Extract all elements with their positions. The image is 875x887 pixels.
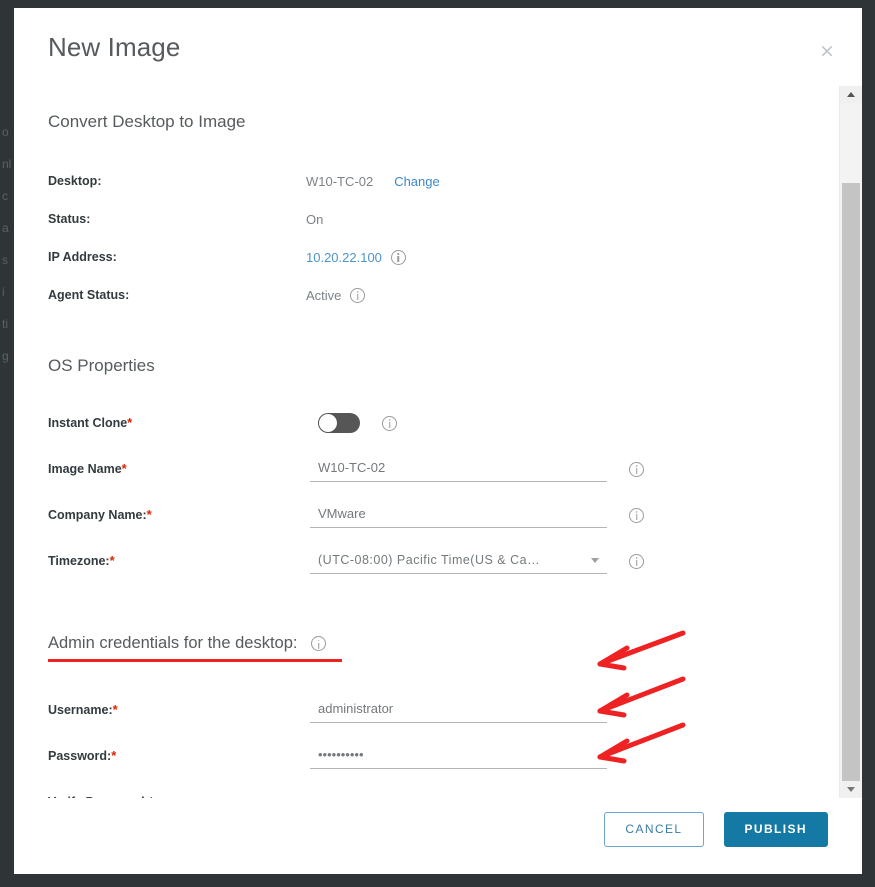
info-row-status: Status: On [48,200,805,238]
label-username-text: Username: [48,703,113,717]
dialog-header: New Image × [14,8,862,86]
label-company-name-text: Company Name: [48,508,147,522]
required-marker: * [111,748,117,763]
required-marker: * [127,415,133,430]
form-row-password: Password:* [48,733,805,779]
info-icon-instant-clone[interactable] [382,415,397,431]
info-row-ip-address: IP Address: 10.20.22.100 [48,238,805,276]
caret-up-icon [847,92,855,97]
info-label-desktop: Desktop: [48,174,102,188]
required-marker: * [109,553,115,568]
desktop-name-text: W10-TC-02 [306,173,374,189]
label-instant-clone: Instant Clone* [48,416,310,430]
info-value-status: On [306,212,323,227]
required-marker: * [121,461,127,476]
toggle-knob [319,414,337,432]
label-password-text: Password: [48,749,112,763]
section-heading-convert: Convert Desktop to Image [48,112,246,131]
form-row-instant-clone: Instant Clone* [48,400,805,446]
image-name-input[interactable] [310,456,607,482]
required-marker: * [149,794,154,798]
info-label-agent-status: Agent Status: [48,288,130,302]
dialog-body: Convert Desktop to Image Desktop: W10-TC… [14,86,839,798]
scroll-down-button[interactable] [840,781,862,798]
instant-clone-toggle[interactable] [318,413,360,433]
admin-credentials-form: Username:* Password:* Ve [48,687,805,798]
info-value-ip-address: 10.20.22.100 [306,249,406,265]
dialog-title: New Image [48,31,181,62]
new-image-dialog: New Image × Convert Desktop to Image Des… [14,8,862,874]
admin-credentials-heading-wrap: Admin credentials for the desktop: [48,634,358,662]
agent-status-text: Active [306,287,342,303]
field-username [310,697,607,723]
info-icon-agent-status[interactable] [350,287,366,303]
timezone-select[interactable]: (UTC-08:00) Pacific Time(US & Ca… [310,548,607,574]
caret-down-icon [847,787,855,792]
field-verify-password [310,789,607,798]
desktop-info-list: Desktop: W10-TC-02 Change Status: On IP … [48,162,805,314]
scroll-up-button[interactable] [840,86,862,103]
section-heading-os-properties: OS Properties [48,356,155,375]
label-company-name: Company Name:* [48,508,310,522]
info-icon-admin-credentials[interactable] [311,636,327,651]
label-timezone-text: Timezone: [48,554,110,568]
info-icon-ip-address[interactable] [390,249,406,265]
company-name-input[interactable] [310,502,607,528]
username-input[interactable] [310,697,607,723]
status-text: On [306,211,324,227]
label-image-name: Image Name* [48,462,310,476]
label-timezone: Timezone:* [48,554,310,568]
close-icon[interactable]: × [814,38,840,64]
field-image-name [310,456,644,482]
info-icon-timezone[interactable] [629,553,644,569]
field-timezone: (UTC-08:00) Pacific Time(US & Ca… [310,548,644,574]
label-instant-clone-text: Instant Clone [48,416,128,430]
form-row-verify-password: Verify Password:* [48,779,805,798]
dialog-scrollbar[interactable] [839,86,862,798]
label-verify-password: Verify Password:* [48,795,310,798]
info-value-desktop: W10-TC-02 Change [306,174,440,189]
field-instant-clone [310,413,397,433]
scrollbar-thumb[interactable] [842,183,860,788]
info-label-status: Status: [48,212,91,226]
required-marker: * [112,702,118,717]
form-row-timezone: Timezone:* (UTC-08:00) Pacific Time(US &… [48,538,805,584]
label-username: Username:* [48,703,310,717]
cancel-button[interactable]: CANCEL [604,811,704,847]
info-value-agent-status: Active [306,287,366,303]
password-input[interactable] [310,743,607,769]
os-properties-form: Instant Clone* Image Name* W10-TC-02 Com… [48,400,805,584]
dialog-body-wrapper: Convert Desktop to Image Desktop: W10-TC… [14,86,862,798]
verify-password-input[interactable] [310,789,607,798]
required-marker: * [146,507,152,522]
admin-credentials-heading: Admin credentials for the desktop: [48,634,298,652]
field-company-name [310,502,644,528]
label-verify-password-text: Verify Password: [48,795,149,798]
info-row-desktop: Desktop: W10-TC-02 Change [48,162,805,200]
info-icon-image-name[interactable] [629,461,644,477]
form-row-image-name: Image Name* [48,446,805,492]
field-password [310,743,607,769]
label-image-name-text: Image Name [48,462,122,476]
info-label-ip-address: IP Address: [48,250,117,264]
form-row-company-name: Company Name:* [48,492,805,538]
form-row-username: Username:* [48,687,805,733]
info-row-agent-status: Agent Status: Active [48,276,805,314]
publish-button[interactable]: PUBLISH [723,811,828,847]
change-desktop-link[interactable]: Change [394,174,440,189]
dialog-footer: CANCEL PUBLISH [14,798,862,874]
annotation-red-underline [48,659,342,662]
info-icon-company-name[interactable] [629,507,644,523]
ip-address-text[interactable]: 10.20.22.100 [306,250,382,265]
label-password: Password:* [48,749,310,763]
timezone-select-wrap: (UTC-08:00) Pacific Time(US & Ca… [310,548,607,574]
